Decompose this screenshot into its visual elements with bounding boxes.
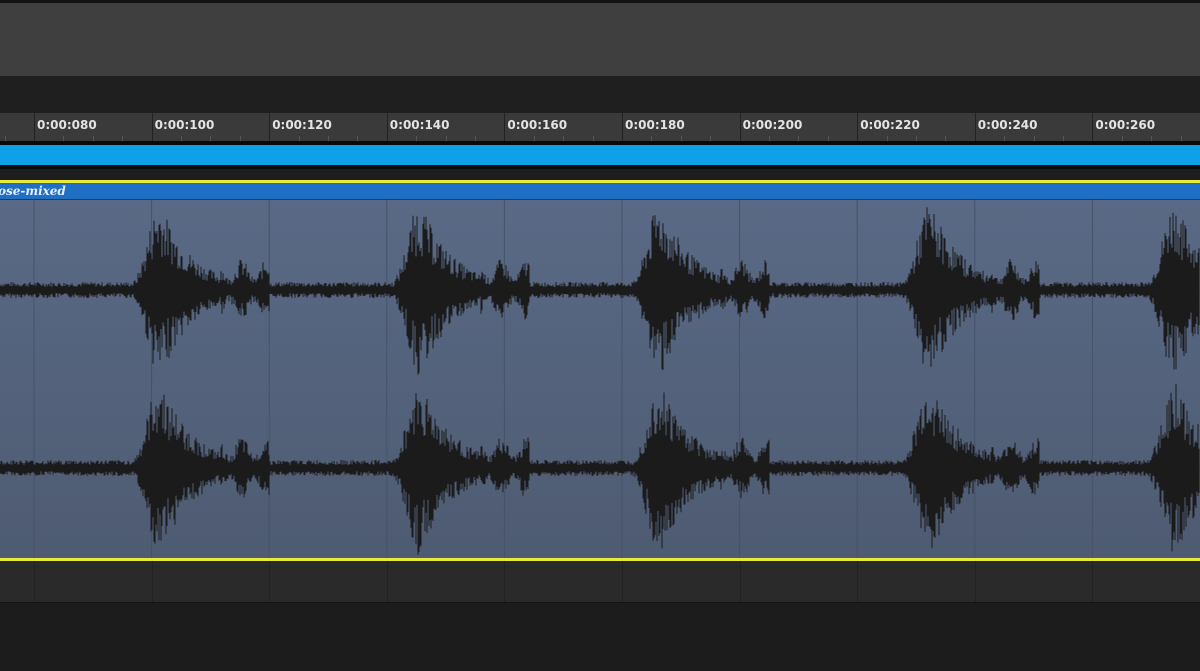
clip-name: ose-mixed <box>0 184 66 198</box>
lane-gridline <box>622 561 623 602</box>
ruler-label: 0:00:100 <box>154 118 215 132</box>
toolbar-strip <box>0 76 1200 113</box>
ruler-label: 0:00:260 <box>1095 118 1156 132</box>
ruler-tick <box>151 113 153 141</box>
loop-region[interactable] <box>0 145 1200 165</box>
ruler-label: 0:00:080 <box>37 118 97 132</box>
loop-region-bar[interactable] <box>0 141 1200 169</box>
lane-gridline <box>504 561 506 602</box>
ruler-label: 0:00:240 <box>977 118 1038 132</box>
top-panel <box>0 0 1200 76</box>
automation-lane[interactable] <box>0 561 1200 604</box>
waveform-left-channel <box>0 207 1200 375</box>
ruler-label: 0:00:120 <box>272 118 332 132</box>
ruler-tick <box>386 113 388 141</box>
waveform-right-channel <box>0 384 1200 555</box>
lane-gridline <box>269 561 271 602</box>
lane-gridline <box>857 561 859 602</box>
lane-gridline <box>1092 561 1094 602</box>
lane-gridline <box>974 561 976 602</box>
ruler-label: 0:00:140 <box>389 118 450 132</box>
lane-gridline <box>739 561 741 602</box>
audio-clip[interactable]: ose-mixed <box>0 180 1200 561</box>
ruler-label: 0:00:220 <box>860 118 920 132</box>
ruler-tick <box>857 113 859 141</box>
ruler-label: 0:00:160 <box>507 118 568 132</box>
bottom-panel <box>0 603 1200 671</box>
ruler-tick <box>269 113 271 141</box>
lane-gridline <box>151 561 153 602</box>
ruler-tick <box>739 113 741 141</box>
ruler-tick <box>974 113 976 141</box>
ruler-tick <box>622 113 623 141</box>
ruler-tick <box>1092 113 1094 141</box>
ruler-tick <box>34 113 35 141</box>
waveform[interactable] <box>0 200 1200 558</box>
ruler-tick <box>504 113 506 141</box>
lane-gridline <box>386 561 388 602</box>
clip-header[interactable]: ose-mixed <box>0 183 1200 200</box>
lane-gridline <box>34 561 35 602</box>
timeline-ruler[interactable]: 0:00:080 0:00:100 0:00:120 0:00:140 0:00:160… <box>0 113 1200 142</box>
ruler-label: 0:00:180 <box>625 118 685 132</box>
ruler-label: 0:00:200 <box>742 118 803 132</box>
